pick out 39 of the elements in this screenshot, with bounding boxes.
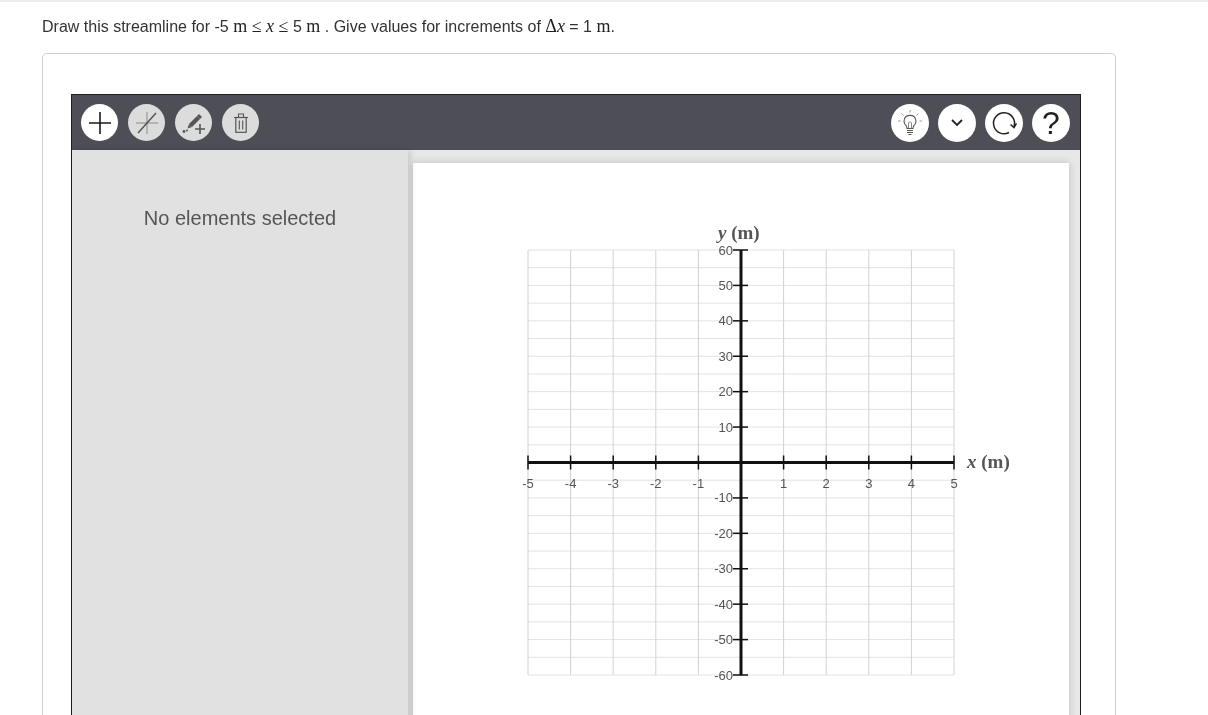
tick-label: 20 [718, 384, 733, 400]
tick-label: 5 [950, 476, 958, 491]
redo-button[interactable] [985, 103, 1023, 142]
tick-label: 10 [718, 419, 733, 435]
plus-icon [88, 111, 111, 134]
graph-canvas[interactable]: -5 -4 -3 -2 -1 1 2 3 4 5 -60 -50 -40 -30 -20 -10 10 20 30 40 50 60 x (m) y (m) [413, 163, 1069, 715]
trash-icon [233, 112, 248, 133]
tick-label: -60 [714, 667, 733, 683]
chevron-down-icon [951, 119, 963, 126]
tick-label: 30 [718, 348, 733, 364]
tick-label: -30 [714, 561, 733, 577]
pencil-plus-icon [181, 111, 206, 134]
hint-button[interactable] [891, 103, 929, 142]
tick-label: -4 [564, 476, 577, 491]
tick-label: -3 [607, 476, 619, 491]
tick-label: -40 [714, 596, 733, 612]
tick-label: 2 [822, 476, 830, 491]
axis-title: y (m) [718, 223, 760, 243]
crossed-line-icon [135, 111, 158, 134]
tick-label: -10 [714, 490, 733, 506]
tick-label: 1 [780, 476, 788, 491]
tick-label: -20 [714, 525, 733, 541]
circular-arrow-icon [991, 109, 1017, 136]
tick-label: 3 [865, 476, 873, 491]
tick-label: 4 [907, 476, 915, 491]
dropdown-button[interactable] [938, 103, 976, 142]
tick-label: -5 [522, 476, 534, 491]
tick-label: 50 [718, 277, 733, 293]
help-button[interactable]: ? [1032, 103, 1070, 142]
tick-label: 40 [718, 313, 733, 329]
tick-label: -50 [714, 632, 733, 648]
question-text: Draw this streamline for -5 m ≤ x ≤ 5 m . Give values for increments of Δx = 1 m. [42, 15, 615, 38]
tick-label: 60 [718, 242, 733, 258]
tick-label: -2 [650, 476, 662, 491]
empty-selection-message: No elements selected [143, 206, 337, 231]
lightbulb-icon [898, 109, 922, 136]
axis-title: x (m) [967, 451, 1010, 472]
tick-label: -1 [692, 476, 705, 491]
add-button[interactable] [81, 104, 118, 141]
